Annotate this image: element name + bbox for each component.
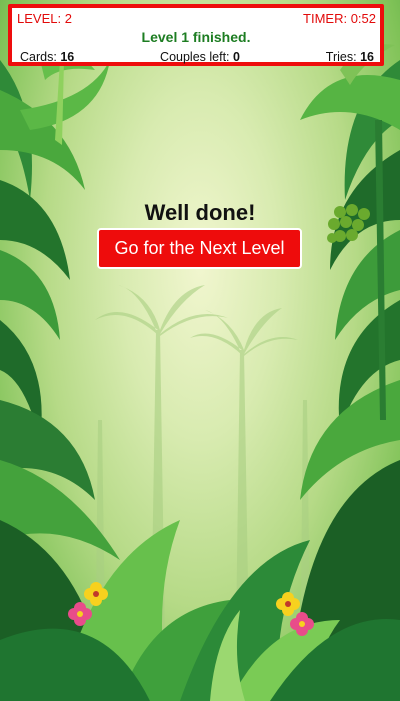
status-panel: LEVEL: 2 TIMER: 0:52 Level 1 finished. C… [8, 4, 384, 66]
game-screen: LEVEL: 2 TIMER: 0:52 Level 1 finished. C… [0, 0, 400, 701]
couples-label: Couples left: [160, 50, 230, 64]
tries-label: Tries: [325, 50, 357, 64]
tries-value: 16 [360, 50, 374, 64]
cards-label: Cards: [20, 50, 57, 64]
couples-stat: Couples left: 0 [160, 50, 240, 64]
level-finished-message: Level 1 finished. [141, 29, 251, 45]
level-indicator: LEVEL: 2 [17, 11, 72, 26]
couples-value: 0 [233, 50, 240, 64]
cards-stat: Cards: 16 [20, 50, 74, 64]
stats-row: Cards: 16 Couples left: 0 Tries: 16 [20, 50, 374, 64]
cards-value: 16 [60, 50, 75, 64]
timer-indicator: TIMER: 0:52 [303, 11, 376, 26]
right-foliage [290, 44, 400, 701]
next-level-button[interactable]: Go for the Next Level [97, 228, 302, 269]
well-done-heading: Well done! [144, 200, 256, 225]
tries-stat: Tries: 16 [326, 50, 374, 64]
jungle-background [0, 44, 400, 701]
